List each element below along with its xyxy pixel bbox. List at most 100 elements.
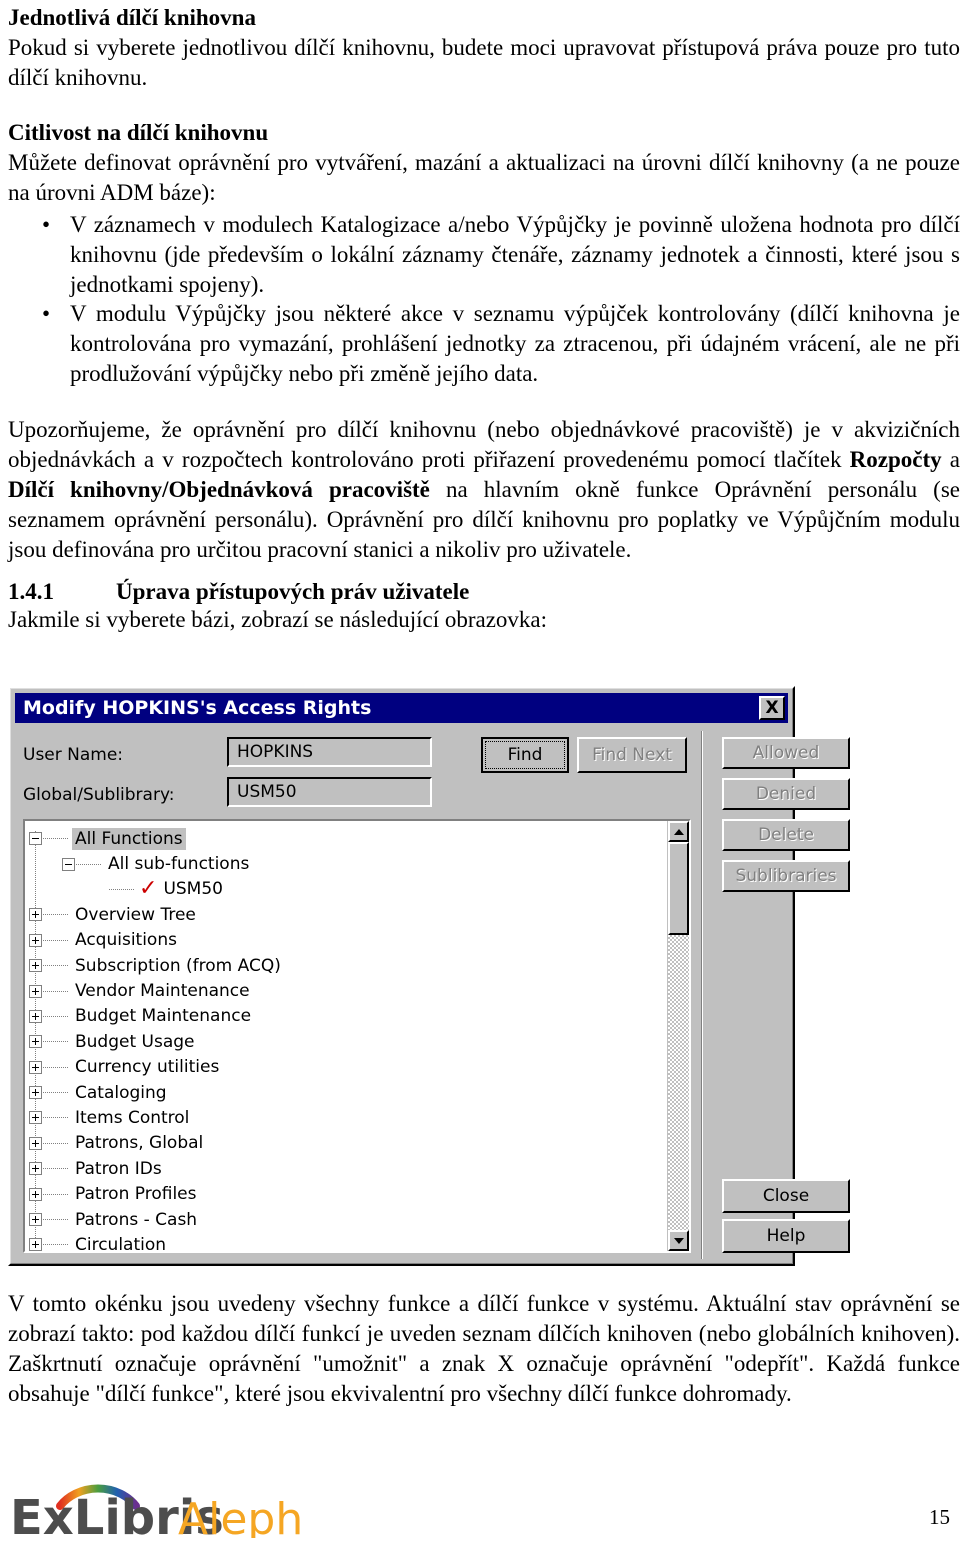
- closing-paragraph: V tomto okénku jsou uvedeny všechny funk…: [8, 1291, 960, 1406]
- tree-item[interactable]: Currency utilities: [29, 1055, 667, 1080]
- tree-item-label: Budget Usage: [75, 1031, 195, 1052]
- document-body: Jednotlivá dílčí knihovna Pokud si vyber…: [8, 4, 960, 635]
- tree-item[interactable]: All sub-functions: [29, 851, 667, 876]
- tree-dash-connector: [109, 888, 135, 890]
- note-text-2: a: [941, 447, 960, 473]
- delete-button[interactable]: Delete: [722, 819, 850, 851]
- tree-item[interactable]: Cataloging: [29, 1080, 667, 1105]
- global-sublibrary-field[interactable]: USM50: [227, 777, 432, 807]
- tree-item[interactable]: Patron IDs: [29, 1156, 667, 1181]
- tree-item[interactable]: Patron Profiles: [29, 1181, 667, 1206]
- section-heading-citlivost: Citlivost na dílčí knihovnu: [8, 119, 269, 145]
- list-item: • V záznamech v modulech Katalogizace a/…: [8, 210, 960, 300]
- tree-item[interactable]: Items Control: [29, 1105, 667, 1130]
- list-item-text: V záznamech v modulech Katalogizace a/ne…: [70, 211, 960, 297]
- user-name-field[interactable]: HOPKINS: [227, 737, 432, 767]
- tree-item-label: Patrons, Global: [75, 1133, 204, 1154]
- tree-item-label: All Functions: [72, 827, 186, 850]
- vertical-divider: [701, 731, 703, 1259]
- dialog-titlebar: Modify HOPKINS's Access Rights X: [15, 693, 788, 723]
- section-3-paragraph: Jakmile si vyberete bázi, zobrazí se nás…: [8, 606, 548, 632]
- expand-plus-icon[interactable]: [29, 1060, 42, 1074]
- tree-item[interactable]: Budget Usage: [29, 1029, 667, 1054]
- expand-plus-icon[interactable]: [29, 1111, 42, 1125]
- tree-item-label: Patron IDs: [75, 1158, 162, 1179]
- tree-item[interactable]: Subscription (from ACQ): [29, 953, 667, 978]
- section-1-paragraph: Pokud si vyberete jednotlivou dílčí knih…: [8, 35, 960, 91]
- bullet-icon: •: [42, 211, 51, 237]
- functions-tree-panel[interactable]: All Functions All sub-functions ✓ USM50 Over…: [23, 819, 691, 1253]
- expand-plus-icon[interactable]: [29, 959, 42, 973]
- user-name-label: User Name:: [23, 745, 124, 765]
- expand-plus-icon[interactable]: [29, 908, 42, 922]
- tree-item-label: USM50: [163, 879, 223, 900]
- tree-item-label: Acquisitions: [75, 930, 177, 951]
- tree-dash-connector: [43, 1066, 69, 1068]
- tree-item[interactable]: Acquisitions: [29, 928, 667, 953]
- tree-dash-connector: [43, 1041, 69, 1043]
- find-next-button[interactable]: Find Next: [577, 737, 687, 773]
- expand-plus-icon[interactable]: [29, 1213, 42, 1227]
- collapse-minus-icon[interactable]: [29, 832, 42, 846]
- logo-text-aleph: Aleph: [178, 1494, 303, 1538]
- tree-item[interactable]: Overview Tree: [29, 902, 667, 927]
- document-page: Jednotlivá dílčí knihovna Pokud si vyber…: [0, 0, 960, 1543]
- tree-item[interactable]: Patrons - Cash: [29, 1207, 667, 1232]
- section-heading-jednotliva: Jednotlivá dílčí knihovna: [8, 5, 256, 30]
- tree-item-label: All sub-functions: [108, 854, 250, 875]
- expand-plus-icon[interactable]: [29, 1238, 42, 1251]
- tree-item-label: Subscription (from ACQ): [75, 955, 281, 976]
- tree-dash-connector: [43, 1092, 69, 1094]
- tree-item-label: Items Control: [75, 1107, 190, 1128]
- tree-item[interactable]: Circulation: [29, 1232, 667, 1251]
- page-number: 15: [929, 1505, 950, 1529]
- expand-plus-icon[interactable]: [29, 933, 42, 947]
- tree-dash-connector: [43, 1193, 69, 1195]
- sublibraries-button[interactable]: Sublibraries: [722, 860, 850, 892]
- access-rights-dialog: Modify HOPKINS's Access Rights X User Na…: [8, 686, 850, 1266]
- close-icon[interactable]: X: [759, 696, 785, 720]
- global-sublibrary-label: Global/Sublibrary:: [23, 785, 175, 805]
- section-2-paragraph: Můžete definovat oprávnění pro vytváření…: [8, 150, 960, 205]
- find-button-inner: Find: [485, 741, 565, 769]
- expand-plus-icon[interactable]: [29, 1162, 42, 1176]
- allowed-button-label: Allowed: [752, 743, 820, 763]
- allowed-check-icon: ✓: [139, 876, 158, 902]
- scroll-up-arrow-icon[interactable]: [668, 821, 689, 842]
- tree-item[interactable]: Budget Maintenance: [29, 1004, 667, 1029]
- expand-plus-icon[interactable]: [29, 1187, 42, 1201]
- tree-dash-connector: [43, 1168, 69, 1170]
- close-button[interactable]: Close: [722, 1179, 850, 1213]
- note-bold-rozpocty: Rozpočty: [849, 447, 942, 473]
- tree-item-label: Currency utilities: [75, 1057, 220, 1078]
- denied-button-label: Denied: [755, 784, 817, 804]
- collapse-minus-icon[interactable]: [62, 857, 75, 871]
- expand-plus-icon[interactable]: [29, 1086, 42, 1100]
- tree-item[interactable]: All Functions: [29, 826, 667, 851]
- section-number: 1.4.1: [8, 578, 54, 604]
- denied-button[interactable]: Denied: [722, 778, 850, 810]
- tree-dash-connector: [76, 863, 102, 865]
- help-button[interactable]: Help: [722, 1219, 850, 1253]
- functions-tree-list[interactable]: All Functions All sub-functions ✓ USM50 Over…: [25, 821, 667, 1251]
- help-button-label: Help: [766, 1226, 806, 1246]
- find-button[interactable]: Find: [481, 737, 569, 773]
- tree-item[interactable]: Vendor Maintenance: [29, 978, 667, 1003]
- expand-plus-icon[interactable]: [29, 984, 42, 998]
- note-paragraph: Upozorňujeme, že oprávnění pro dílčí kni…: [8, 415, 960, 564]
- find-next-button-label: Find Next: [592, 745, 672, 765]
- tree-item-label: Cataloging: [75, 1082, 167, 1103]
- expand-plus-icon[interactable]: [29, 1035, 42, 1049]
- expand-plus-icon[interactable]: [29, 1136, 42, 1150]
- scroll-down-arrow-icon[interactable]: [668, 1230, 689, 1251]
- allowed-button[interactable]: Allowed: [722, 737, 850, 769]
- tree-item[interactable]: Patrons, Global: [29, 1131, 667, 1156]
- tree-dash-connector: [43, 990, 69, 992]
- scrollbar-thumb[interactable]: [668, 842, 689, 935]
- tree-vertical-scrollbar[interactable]: [667, 821, 689, 1251]
- close-button-label: Close: [762, 1186, 810, 1206]
- tree-dash-connector: [43, 965, 69, 967]
- sublibraries-button-label: Sublibraries: [735, 866, 837, 886]
- expand-plus-icon[interactable]: [29, 1009, 42, 1023]
- tree-item[interactable]: ✓ USM50: [29, 877, 667, 902]
